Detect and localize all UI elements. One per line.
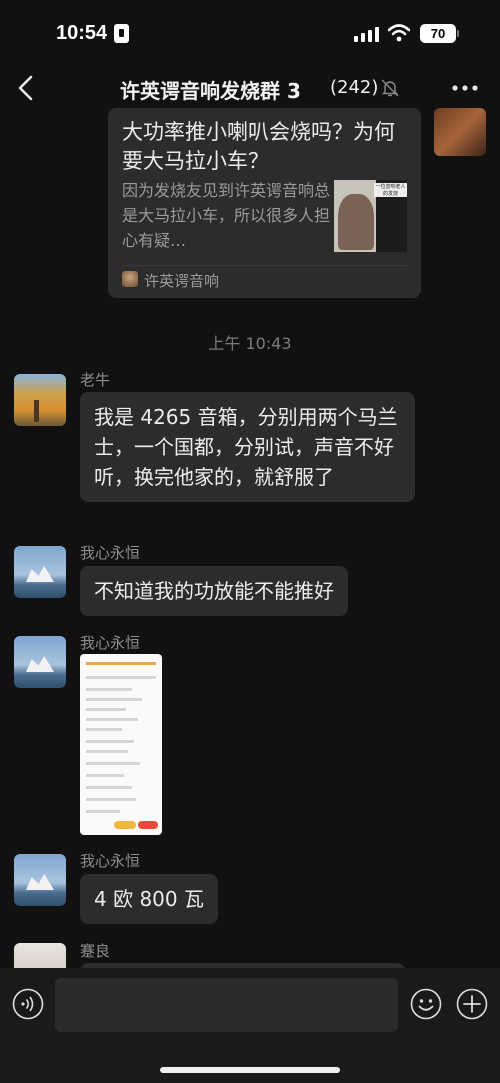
input-bar	[0, 968, 500, 1083]
orientation-lock-icon	[114, 24, 129, 43]
status-bar: 10:54 70	[0, 0, 500, 62]
avatar[interactable]	[434, 108, 486, 156]
message-input[interactable]	[55, 978, 398, 1032]
time-divider: 上午 10:43	[208, 334, 292, 353]
cellular-signal-icon	[354, 26, 380, 42]
battery-tip	[457, 30, 459, 37]
source-logo-icon	[122, 271, 138, 287]
sender-name: 我心永恒	[80, 852, 141, 870]
card-description: 因为发烧友见到许英谔音响总是大马拉小车，所以很多人担心有疑…	[122, 181, 331, 250]
image-message[interactable]	[80, 654, 162, 835]
member-count: (242)	[330, 77, 379, 98]
sender-name: 老牛	[80, 371, 111, 389]
shared-article-card[interactable]: 大功率推小喇叭会烧吗？为何要大马拉小车？ 因为发烧友见到许英谔音响总是大马拉小车…	[108, 108, 421, 298]
battery-indicator: 70	[420, 24, 456, 43]
avatar[interactable]	[14, 636, 66, 688]
chat-header: 许英谔音响发烧群 3 (242)	[0, 62, 500, 114]
thumbnail-portrait	[338, 194, 374, 250]
emoji-icon[interactable]	[410, 988, 442, 1020]
more-icon[interactable]	[450, 74, 480, 102]
avatar[interactable]	[14, 546, 66, 598]
chat-title: 许英谔音响发烧群 3	[120, 79, 301, 103]
message-bubble[interactable]: 4 欧 800 瓦	[80, 874, 218, 924]
card-divider	[122, 265, 407, 266]
sender-name: 蹇良	[80, 942, 111, 960]
sender-name: 我心永恒	[80, 634, 141, 652]
card-title: 大功率推小喇叭会烧吗？为何要大马拉小车？	[122, 120, 395, 173]
plus-icon[interactable]	[456, 988, 488, 1020]
bell-slash-icon	[381, 79, 399, 97]
voice-icon[interactable]	[12, 988, 44, 1020]
chevron-left-icon[interactable]	[14, 74, 38, 102]
avatar[interactable]	[14, 854, 66, 906]
card-thumbnail: 一位音响老人的发烧	[334, 180, 407, 252]
thumbnail-caption: 一位音响老人的发烧	[374, 183, 407, 197]
card-source: 许英谔音响	[144, 272, 220, 290]
sender-name: 我心永恒	[80, 544, 141, 562]
message-bubble[interactable]: 我是 4265 音箱，分别用两个马兰士，一个国都，分别试，声音不好听，换完他家的…	[80, 392, 415, 502]
wifi-icon	[388, 24, 410, 42]
home-indicator	[160, 1067, 340, 1073]
message-bubble[interactable]: 不知道我的功放能不能推好	[80, 566, 348, 616]
status-time: 10:54	[56, 22, 108, 44]
avatar[interactable]	[14, 374, 66, 426]
